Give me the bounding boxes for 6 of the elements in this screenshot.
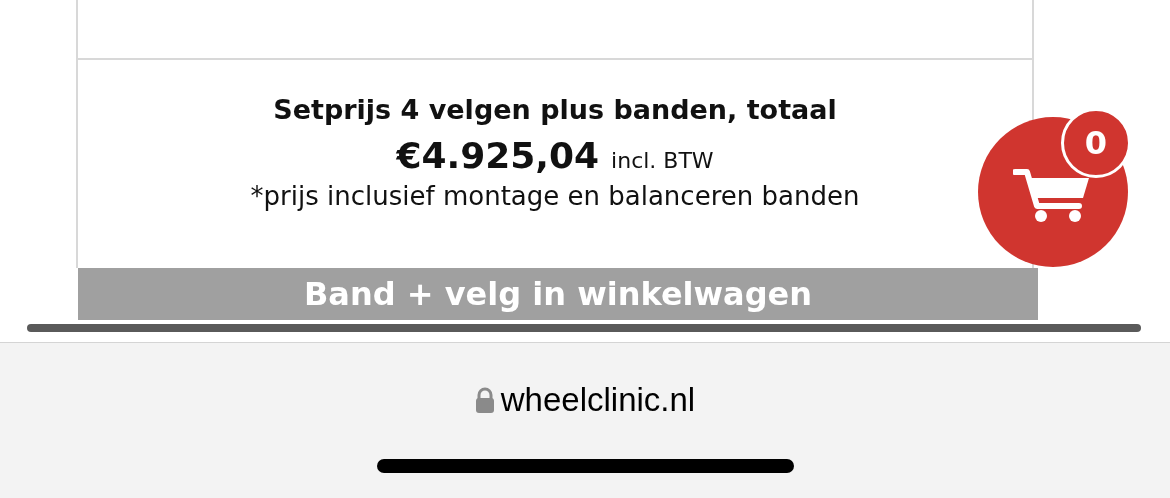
set-price-title: Setprijs 4 velgen plus banden, totaal	[273, 93, 837, 127]
price-footnote: *prijs inclusief montage en balanceren banden	[250, 180, 860, 213]
cart-count-badge: 0	[1061, 108, 1131, 178]
vat-note: incl. BTW	[611, 148, 714, 173]
price: €4.925,04	[396, 134, 600, 178]
url-text[interactable]: wheelclinic.nl	[500, 381, 696, 419]
